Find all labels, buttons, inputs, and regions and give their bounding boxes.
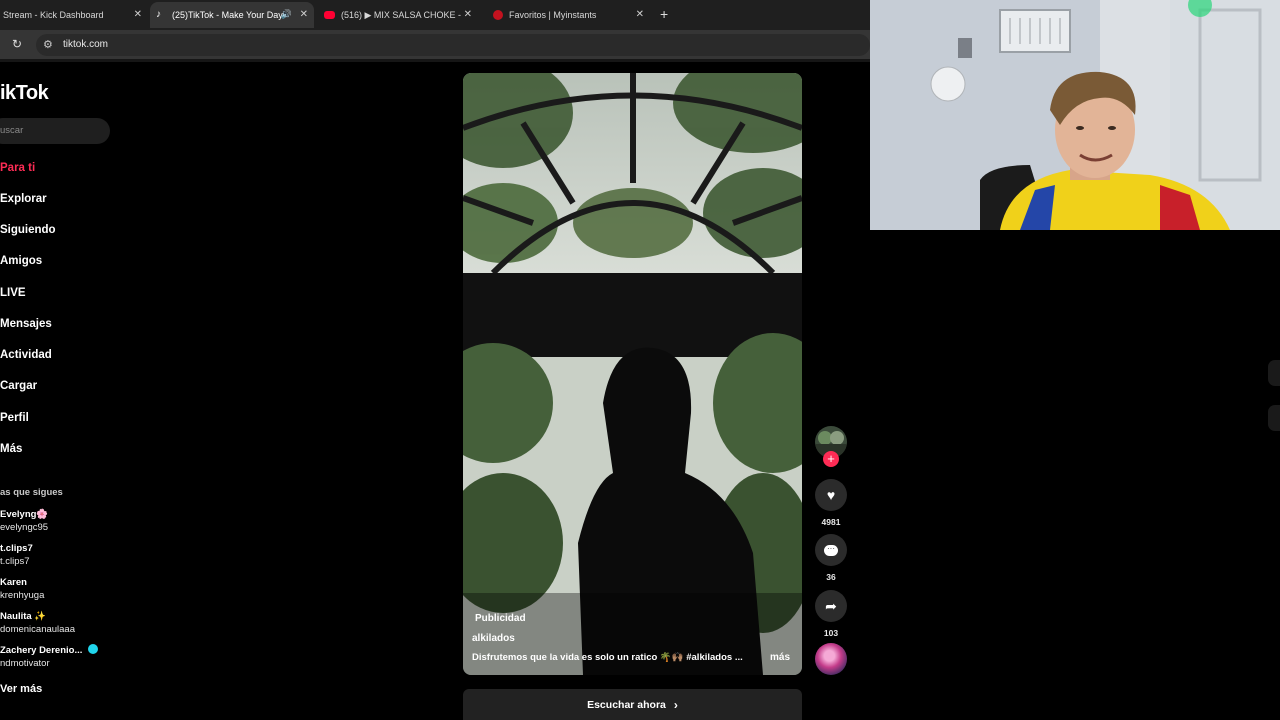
previous-video-button[interactable] <box>1268 360 1280 386</box>
account-handle: domenicanaulaaa <box>0 624 76 635</box>
listen-now-button[interactable]: Escuchar ahora › <box>463 689 802 720</box>
account-handle: krenhyuga <box>0 590 45 601</box>
cta-label: Escuchar ahora <box>587 698 666 711</box>
account-name: Evelyng🌸 <box>0 509 49 520</box>
nav-siguiendo[interactable]: Siguiendo <box>0 224 56 236</box>
caption-more-link[interactable]: más <box>770 652 790 663</box>
url-text[interactable]: tiktok.com <box>63 39 108 50</box>
nav-para-ti[interactable]: Para ti <box>0 162 35 174</box>
close-icon[interactable]: ✕ <box>464 9 472 20</box>
myinstants-icon <box>493 10 503 20</box>
account-name: Zachery Derenio... <box>0 644 99 657</box>
site-settings-icon[interactable]: ⚙ <box>43 38 53 51</box>
like-count: 4981 <box>821 517 841 527</box>
music-disc-icon[interactable] <box>815 643 847 675</box>
account-name: t.clips7 <box>0 543 33 554</box>
share-count: 103 <box>823 628 839 638</box>
comment-button[interactable]: ··· <box>815 534 847 566</box>
tab-title: (516) ▶ MIX SALSA CHOKE - D <box>341 9 461 20</box>
account-handle: t.clips7 <box>0 556 30 567</box>
tab-youtube[interactable]: (516) ▶ MIX SALSA CHOKE - D ✕ <box>318 2 478 28</box>
nav-perfil[interactable]: Perfil <box>0 412 29 424</box>
search-placeholder: uscar <box>0 125 24 136</box>
webcam-image <box>870 0 1280 230</box>
nav-mas[interactable]: Más <box>0 443 22 455</box>
tab-kick-dashboard[interactable]: Stream - Kick Dashboard ✕ <box>0 2 148 28</box>
tab-tiktok[interactable]: ♪ (25)TikTok - Make Your Day 🔊 ✕ <box>150 2 314 28</box>
account-name: Karen <box>0 577 27 588</box>
nav-explorar[interactable]: Explorar <box>0 193 47 205</box>
ad-badge: Publicidad <box>475 613 526 624</box>
webcam-overlay <box>870 0 1280 230</box>
tab-title: Favoritos | Myinstants <box>509 10 597 20</box>
address-bar[interactable] <box>36 34 870 56</box>
close-icon[interactable]: ✕ <box>300 9 308 20</box>
comment-count: 36 <box>826 572 836 582</box>
reload-icon[interactable]: ↻ <box>12 37 22 51</box>
comment-icon: ··· <box>824 544 838 556</box>
tab-myinstants[interactable]: Favoritos | Myinstants ✕ <box>488 2 650 28</box>
follow-plus-icon[interactable]: + <box>823 451 839 467</box>
new-tab-icon[interactable]: + <box>660 6 668 22</box>
share-button[interactable]: ➦ <box>815 590 847 622</box>
nav-live[interactable]: LIVE <box>0 287 26 299</box>
chevron-right-icon: › <box>673 697 678 712</box>
next-video-button[interactable] <box>1268 405 1280 431</box>
heart-icon: ♥ <box>826 487 836 503</box>
account-name: Naulita ✨ <box>0 611 47 622</box>
nav-cargar[interactable]: Cargar <box>0 380 37 392</box>
following-header: as que sigues <box>0 487 63 498</box>
tab-title: Stream - Kick Dashboard <box>3 10 104 20</box>
followed-account[interactable]: t.clips7 t.clips7 <box>0 542 33 568</box>
nav-mensajes[interactable]: Mensajes <box>0 318 52 330</box>
account-handle: ndmotivator <box>0 658 50 669</box>
followed-account[interactable]: Karen krenhyuga <box>0 576 44 602</box>
nav-actividad[interactable]: Actividad <box>0 349 52 361</box>
video-frame <box>463 73 802 675</box>
divider <box>0 59 870 62</box>
followed-account[interactable]: Zachery Derenio... ndmotivator <box>0 644 99 670</box>
account-handle: evelyngc95 <box>0 522 49 533</box>
close-icon[interactable]: ✕ <box>134 9 142 20</box>
video-caption: Disfrutemos que la vida es solo un ratic… <box>472 652 743 663</box>
tiktok-icon: ♪ <box>156 9 161 20</box>
video-player[interactable]: Publicidad alkilados Disfrutemos que la … <box>463 73 802 675</box>
verified-icon <box>88 644 99 654</box>
close-icon[interactable]: ✕ <box>636 9 644 20</box>
like-button[interactable]: ♥ <box>815 479 847 511</box>
tab-title: (25)TikTok - Make Your Day <box>172 10 283 20</box>
youtube-icon <box>324 11 335 19</box>
see-more-link[interactable]: Ver más <box>0 683 42 695</box>
nav-amigos[interactable]: Amigos <box>0 255 42 267</box>
speaker-icon[interactable]: 🔊 <box>281 9 292 20</box>
tiktok-logo[interactable]: ikTok <box>0 82 49 105</box>
followed-account[interactable]: Naulita ✨ domenicanaulaaa <box>0 610 75 636</box>
search-input[interactable]: uscar <box>0 118 110 144</box>
followed-account[interactable]: Evelyng🌸 evelyngc95 <box>0 508 48 534</box>
video-author[interactable]: alkilados <box>472 633 515 644</box>
share-icon: ➦ <box>825 597 837 614</box>
